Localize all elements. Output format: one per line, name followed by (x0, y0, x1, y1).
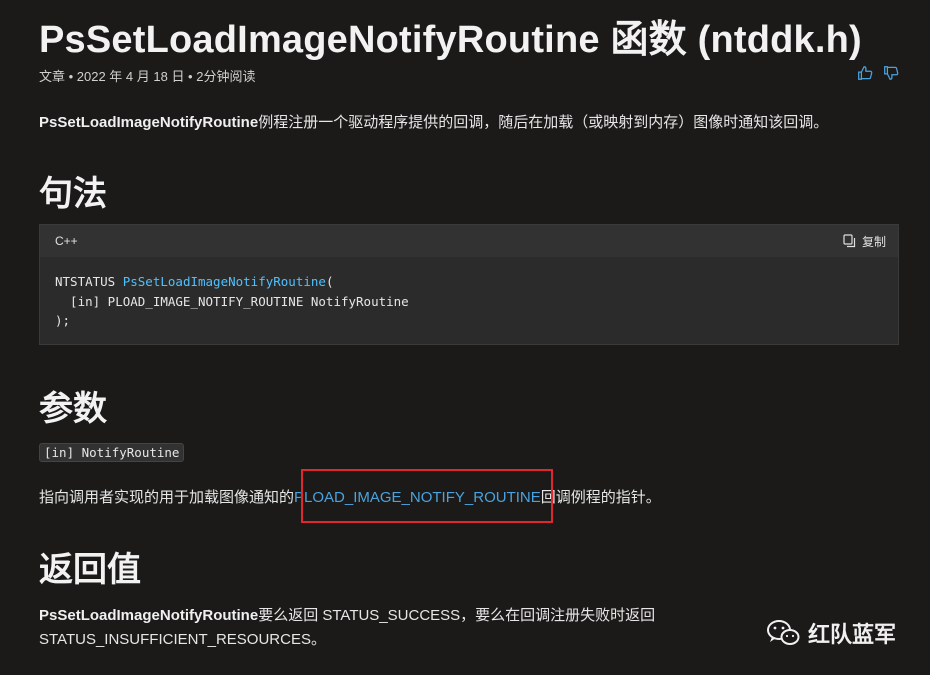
return-text-line2: STATUS_INSUFFICIENT_RESOURCES。 (39, 631, 326, 648)
intro-function-name: PsSetLoadImageNotifyRoutine (39, 114, 259, 131)
copy-icon (843, 234, 856, 248)
code-close-line: ); (55, 313, 71, 328)
code-return-type: NTSTATUS (55, 274, 123, 289)
return-value-heading: 返回值 (39, 551, 141, 589)
code-body: NTSTATUS PsSetLoadImageNotifyRoutine( [i… (40, 257, 898, 331)
return-text-line1: 要么返回 STATUS_SUCCESS，要么在回调注册失败时返回 (258, 607, 656, 624)
return-description: PsSetLoadImageNotifyRoutine要么返回 STATUS_S… (39, 604, 655, 652)
code-language: C++ (55, 234, 78, 248)
intro-text: 例程注册一个驱动程序提供的回调，随后在加载（或映射到内存）图像时通知该回调。 (258, 114, 829, 131)
thumbs-up-icon[interactable] (856, 64, 874, 87)
copy-label: 复制 (861, 234, 886, 249)
code-header: C++ 复制 (40, 225, 898, 257)
thumbs-down-icon[interactable] (882, 64, 900, 87)
param-name-tag: [in] NotifyRoutine (39, 443, 185, 462)
parameters-heading: 参数 (39, 390, 107, 428)
article-meta: 文章 • 2022 年 4 月 18 日 • 2分钟阅读 (39, 69, 256, 84)
copy-button[interactable]: 复制 (843, 233, 886, 250)
feedback-buttons (856, 64, 900, 87)
code-param-line: [in] PLOAD_IMAGE_NOTIFY_ROUTINE NotifyRo… (55, 293, 409, 309)
syntax-heading: 句法 (39, 175, 107, 213)
intro-paragraph: PsSetLoadImageNotifyRoutine例程注册一个驱动程序提供的… (39, 111, 828, 132)
return-function-name: PsSetLoadImageNotifyRoutine (39, 607, 259, 624)
watermark-text: 红队蓝军 (808, 622, 897, 647)
code-block: C++ 复制 NTSTATUS PsSetLoadImageNotifyRout… (39, 224, 899, 345)
wechat-icon (767, 620, 800, 645)
red-highlight-box (301, 469, 553, 523)
param-desc-before: 指向调用者实现的用于加载图像通知的 (39, 489, 295, 506)
param-desc-after: 回调例程的指针。 (540, 489, 661, 506)
code-open-paren: ( (325, 274, 334, 289)
watermark: 红队蓝军 (766, 617, 896, 649)
code-function-name: PsSetLoadImageNotifyRoutine (122, 274, 326, 289)
page-title: PsSetLoadImageNotifyRoutine 函数 (ntddk.h) (39, 19, 862, 61)
